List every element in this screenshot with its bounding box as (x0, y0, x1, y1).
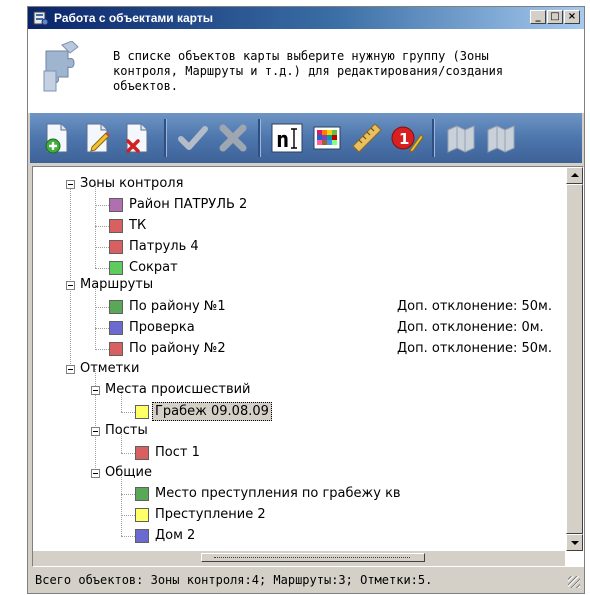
route-deviation: Доп. отклонение: 50м. (397, 299, 552, 314)
mark-color-swatch (135, 529, 149, 543)
group-label: Зоны контроля (80, 176, 184, 191)
vertical-scrollbar[interactable] (566, 167, 583, 551)
collapse-toggle[interactable] (66, 365, 75, 374)
route-color-swatch (109, 321, 123, 335)
item-label: Патруль 4 (129, 239, 199, 254)
app-icon (33, 11, 49, 26)
collapse-toggle[interactable] (91, 427, 100, 436)
collapse-toggle[interactable] (66, 180, 75, 189)
objects-tree-frame: Зоны контроля Район ПАТРУЛЬ 2 ТК Патруль… (32, 166, 584, 567)
tree-line (95, 369, 96, 470)
tree-line (95, 285, 96, 348)
tree-line (95, 247, 109, 248)
item-label: Район ПАТРУЛЬ 2 (129, 197, 248, 212)
tree-line (121, 453, 135, 454)
text-label-icon[interactable]: n (270, 121, 304, 155)
item-label: По району №1 (129, 299, 226, 314)
tree-line (95, 349, 109, 350)
tree-line (121, 475, 122, 536)
edit-document-icon[interactable] (80, 121, 114, 155)
tree-line (121, 536, 135, 537)
text-label-glyph: n (276, 128, 289, 153)
objects-tree[interactable]: Зоны контроля Район ПАТРУЛЬ 2 ТК Патруль… (33, 167, 565, 551)
grip-dots (214, 557, 410, 558)
maximize-button[interactable]: □ (547, 10, 563, 24)
tree-line (70, 184, 71, 370)
route-deviation: Доп. отклонение: 50м. (397, 341, 552, 356)
group-label: Маршруты (80, 277, 154, 292)
zone-color-swatch (109, 240, 123, 254)
tree-line (121, 515, 135, 516)
tree-line (95, 268, 109, 269)
arrow-down-icon (571, 541, 579, 545)
delete-document-icon[interactable] (120, 121, 154, 155)
cancel-x-icon[interactable] (216, 121, 250, 155)
item-label: Проверка (129, 320, 195, 335)
window-title: Работа с объектами карты (54, 11, 213, 25)
arrow-up-icon (571, 173, 579, 177)
mark-color-swatch (135, 446, 149, 460)
minimize-button[interactable]: _ (530, 10, 546, 24)
status-text: Всего объектов: Зоны контроля:4; Маршрут… (35, 573, 433, 587)
route-color-swatch (109, 342, 123, 356)
ruler-icon[interactable] (350, 121, 384, 155)
item-label: Грабеж 09.08.09 (152, 402, 272, 421)
splitter-handle[interactable] (201, 553, 425, 562)
subgroup-label: Посты (105, 423, 148, 438)
item-label: Сократ (129, 260, 178, 275)
accept-check-icon[interactable] (176, 121, 210, 155)
marker-number-glyph: 1 (399, 130, 409, 148)
collapse-toggle[interactable] (91, 469, 100, 478)
puzzle-pencil-icon (43, 41, 79, 92)
zone-color-swatch (109, 198, 123, 212)
toolbar-separator (164, 119, 167, 157)
resize-grip-icon[interactable] (568, 576, 580, 588)
tree-line (95, 307, 109, 308)
collapse-toggle[interactable] (66, 281, 75, 290)
scroll-down-button[interactable] (566, 534, 583, 551)
mark-color-swatch (135, 508, 149, 522)
item-label: Место преступления по грабежу кв (155, 486, 401, 501)
color-palette-icon[interactable] (310, 121, 344, 155)
item-label: Преступление 2 (155, 507, 266, 522)
add-document-icon[interactable] (40, 121, 74, 155)
map-objects-window: Работа с объектами карты _ □ × В списке … (27, 6, 585, 594)
zone-color-swatch (109, 261, 123, 275)
group-label: Отметки (80, 361, 140, 376)
mark-color-swatch (135, 487, 149, 501)
toolbar: n 1 (30, 113, 582, 163)
tree-line (95, 328, 109, 329)
close-button[interactable]: × (564, 10, 580, 24)
title-bar[interactable]: Работа с объектами карты _ □ × (28, 7, 584, 29)
splitter-bar (33, 551, 565, 566)
toolbar-separator (432, 119, 435, 157)
tree-line (95, 205, 109, 206)
status-bar: Всего объектов: Зоны контроля:4; Маршрут… (30, 570, 582, 590)
tree-line (95, 226, 109, 227)
scroll-thumb[interactable] (566, 184, 583, 534)
hint-header: В списке объектов карты выберите нужную … (28, 29, 584, 113)
route-color-swatch (109, 300, 123, 314)
map-back-icon[interactable] (444, 121, 478, 155)
zone-color-swatch (109, 219, 123, 233)
tree-line (121, 412, 135, 413)
toolbar-separator (258, 119, 261, 157)
route-deviation: Доп. отклонение: 0м. (397, 320, 544, 335)
map-forward-icon[interactable] (484, 121, 518, 155)
item-label: Дом 2 (155, 528, 196, 543)
mark-color-swatch (135, 405, 149, 419)
hint-text: В списке объектов карты выберите нужную … (113, 49, 504, 93)
item-label: ТК (129, 218, 147, 233)
item-label: Пост 1 (155, 445, 200, 460)
item-label: По району №2 (129, 341, 226, 356)
scroll-up-button[interactable] (566, 167, 583, 184)
subgroup-label: Места происшествий (105, 382, 251, 397)
subgroup-label: Общие (105, 465, 152, 480)
tree-line (121, 494, 135, 495)
numbered-marker-icon[interactable]: 1 (390, 121, 424, 155)
collapse-toggle[interactable] (91, 386, 100, 395)
